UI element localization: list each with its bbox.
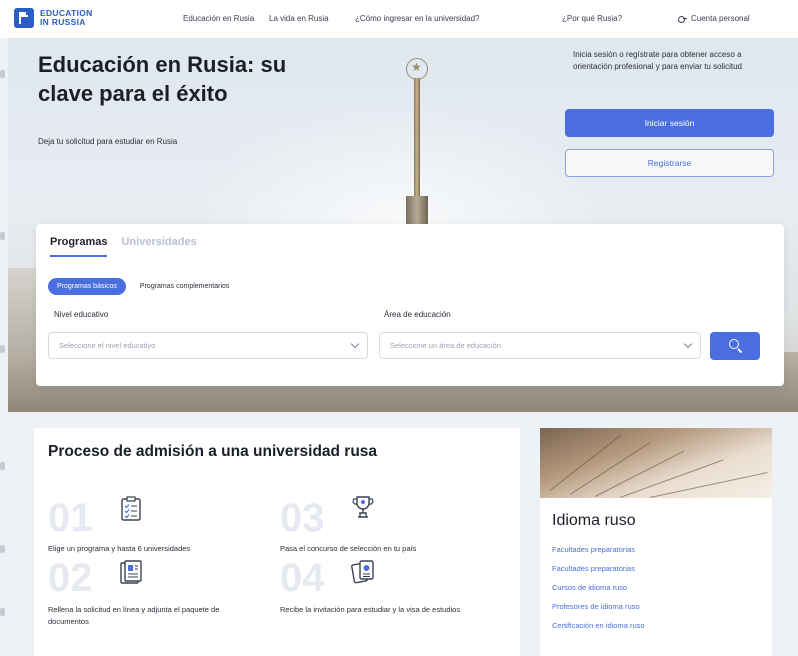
area-placeholder: Seleccione un área de educación bbox=[390, 341, 501, 350]
checklist-icon bbox=[121, 496, 141, 521]
chevron-down-icon bbox=[350, 339, 360, 349]
step-text: Recibe la invitación para estudiar y la … bbox=[280, 605, 461, 614]
edge-marker bbox=[0, 545, 5, 553]
level-select[interactable]: Seleccione el nivel educativo bbox=[48, 332, 368, 359]
link-russian-courses[interactable]: Cursos de idioma ruso bbox=[552, 582, 645, 601]
account-link[interactable]: Cuenta personal bbox=[678, 14, 750, 23]
star-icon bbox=[406, 58, 428, 80]
step-text: Pasa el concurso de selección en tu país bbox=[280, 544, 417, 553]
logo-line-2: IN RUSSIA bbox=[40, 17, 86, 27]
program-type-pills: Programas básicos Programas complementar… bbox=[48, 278, 229, 295]
edge-marker bbox=[0, 345, 5, 353]
site-logo[interactable]: EDUCATION IN RUSSIA bbox=[14, 8, 93, 28]
russian-language-title: Idioma ruso bbox=[552, 512, 636, 529]
admission-process-section: Proceso de admisión a una universidad ru… bbox=[34, 428, 520, 656]
passport-icon bbox=[351, 560, 374, 584]
area-select[interactable]: Seleccione un área de educación bbox=[379, 332, 701, 359]
account-label: Cuenta personal bbox=[691, 14, 750, 23]
site-header: EDUCATION IN RUSSIA Educación en Rusia L… bbox=[0, 0, 798, 38]
register-button[interactable]: Registrarse bbox=[565, 149, 774, 177]
program-search-card: Programas Universidades Programas básico… bbox=[36, 224, 784, 386]
document-icon bbox=[120, 560, 142, 584]
login-button[interactable]: Iniciar sesión bbox=[565, 109, 774, 137]
tab-universities[interactable]: Universidades bbox=[121, 236, 196, 257]
level-label: Nivel educativo bbox=[54, 310, 109, 319]
login-description: Inicia sesión o regístrate para obtener … bbox=[573, 50, 742, 71]
link-russian-certification[interactable]: Certificación en idioma ruso bbox=[552, 620, 645, 639]
russian-language-card: Idioma ruso Facultades preparatorias Fac… bbox=[540, 428, 772, 656]
step-number: 01 bbox=[48, 496, 93, 540]
nav-education-in-russia[interactable]: Educación en Rusia bbox=[183, 14, 254, 23]
edge-marker bbox=[0, 232, 5, 240]
link-russian-teachers[interactable]: Profesores de idioma ruso bbox=[552, 601, 645, 620]
book-image bbox=[540, 428, 772, 498]
nav-life-in-russia[interactable]: La vida en Rusia bbox=[269, 14, 329, 23]
edge-marker bbox=[0, 608, 5, 616]
hero-title: Educación en Rusia: su clave para el éxi… bbox=[38, 52, 287, 106]
pill-complementary-programs[interactable]: Programas complementarios bbox=[140, 283, 229, 290]
link-preparatory-faculties[interactable]: Facultades preparatorias bbox=[552, 544, 645, 563]
chevron-down-icon bbox=[683, 339, 693, 349]
hero-subtitle: Deja tu solicitud para estudiar en Rusia bbox=[38, 137, 178, 146]
search-button[interactable] bbox=[710, 332, 760, 360]
step-number: 02 bbox=[48, 556, 93, 600]
step-number: 03 bbox=[280, 496, 325, 540]
logo-icon bbox=[14, 8, 34, 28]
nav-why-russia[interactable]: ¿Por qué Rusia? bbox=[562, 14, 622, 23]
tab-programs[interactable]: Programas bbox=[50, 236, 108, 257]
trophy-icon bbox=[352, 496, 374, 518]
search-icon bbox=[729, 339, 739, 349]
step-number: 04 bbox=[280, 556, 325, 600]
step-text: Rellena la solicitud en línea y adjunta … bbox=[48, 605, 220, 626]
key-icon bbox=[678, 15, 687, 23]
level-placeholder: Seleccione el nivel educativo bbox=[59, 341, 156, 350]
nav-how-to-enroll[interactable]: ¿Cómo ingresar en la universidad? bbox=[355, 14, 480, 23]
russian-language-links: Facultades preparatorias Facultades prep… bbox=[552, 544, 645, 639]
edge-marker bbox=[0, 462, 5, 470]
area-label: Área de educación bbox=[384, 310, 451, 319]
pill-basic-programs[interactable]: Programas básicos bbox=[48, 278, 126, 295]
admission-title: Proceso de admisión a una universidad ru… bbox=[48, 443, 378, 460]
search-tabs: Programas Universidades bbox=[50, 236, 197, 257]
link-preparatory-faculties-2[interactable]: Facultades preparatorias bbox=[552, 563, 645, 582]
edge-marker bbox=[0, 70, 5, 78]
step-text: Elige un programa y hasta 6 universidade… bbox=[48, 544, 191, 553]
